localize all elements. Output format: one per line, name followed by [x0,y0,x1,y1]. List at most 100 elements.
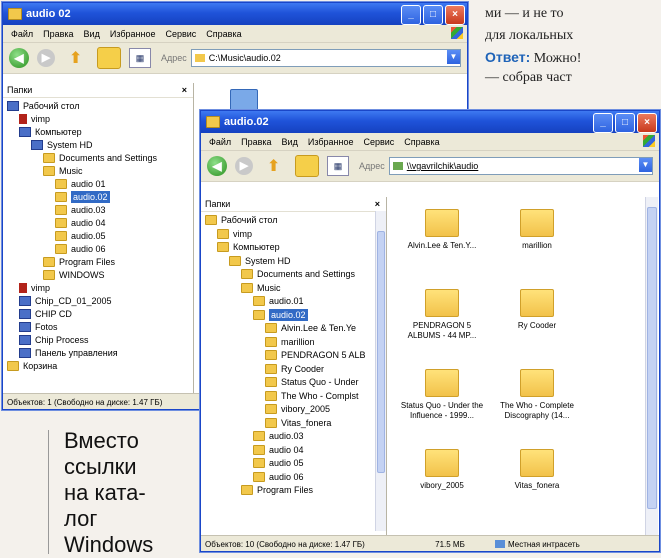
menu-edit[interactable]: Правка [241,137,271,147]
folder-icon[interactable] [425,209,459,237]
tree-item[interactable]: vibory_2005 [265,403,330,415]
tree-item[interactable]: Documents and Settings [241,268,355,280]
folder-icon[interactable] [520,209,554,237]
tree-item[interactable]: System HD [31,139,93,151]
menu-favorites[interactable]: Избранное [308,137,354,147]
tree-item[interactable]: marillion [265,336,315,348]
tree-item[interactable]: Fotos [19,321,58,333]
views-button[interactable]: ▦ [327,156,349,176]
minimize-button[interactable]: _ [593,113,613,133]
menu-help[interactable]: Справка [206,29,241,39]
tree-scrollbar[interactable] [375,211,386,531]
close-button[interactable]: × [637,113,657,133]
tree-item[interactable]: audio 05 [253,457,304,469]
menu-bar: Файл Правка Вид Избранное Сервис Справка [3,25,467,43]
tree-item[interactable]: audio.03 [253,430,304,442]
tree-item-label: Корзина [23,361,58,371]
tree-item[interactable]: audio 06 [55,243,106,255]
tree-item-label: WINDOWS [59,270,105,280]
content-area: Alvin.Lee & Ten.Y... marillion PENDRAGON 5… [387,197,645,535]
scrollbar-thumb[interactable] [377,231,385,473]
address-bar[interactable]: \\vgavrilchik\audio ▼ [388,157,653,175]
tree-item[interactable]: audio.01 [253,295,304,307]
minimize-button[interactable]: _ [401,5,421,25]
tree-item[interactable]: Program Files [241,484,313,496]
tree-item[interactable]: Music [43,165,83,177]
tree-item[interactable]: audio.02 [55,191,110,203]
tree-item[interactable]: Vitas_fonera [265,417,331,429]
menu-tools[interactable]: Сервис [363,137,394,147]
back-button[interactable]: ◀ [207,156,227,176]
menu-file[interactable]: Файл [209,137,231,147]
folder-icon[interactable] [520,449,554,477]
folder-icon[interactable] [520,289,554,317]
scrollbar-thumb[interactable] [647,207,657,509]
menu-view[interactable]: Вид [282,137,298,147]
menu-help[interactable]: Справка [404,137,439,147]
folders-button[interactable] [295,155,319,177]
tree-item[interactable]: Status Quo - Under [265,376,359,388]
forward-button[interactable]: ▶ [235,157,253,175]
tree-item[interactable]: audio.05 [55,230,106,242]
close-icon[interactable]: × [182,85,187,95]
views-button[interactable]: ▦ [129,48,151,68]
tree-item[interactable]: Program Files [43,256,115,268]
folder-icon[interactable] [425,289,459,317]
content-scrollbar[interactable] [645,197,658,535]
chevron-down-icon[interactable]: ▼ [639,158,652,172]
tree-item-label: audio 05 [269,458,304,468]
tree-item[interactable]: audio.02 [253,308,308,321]
folder-icon [55,218,67,228]
up-folder-button[interactable]: ⬆ [69,49,85,67]
maximize-button[interactable]: □ [615,113,635,133]
menu-edit[interactable]: Правка [43,29,73,39]
folders-button[interactable] [97,47,121,69]
forward-button[interactable]: ▶ [37,49,55,67]
menu-tools[interactable]: Сервис [165,29,196,39]
tree-item[interactable]: audio 04 [55,217,106,229]
tree-item[interactable]: Компьютер [217,241,280,253]
menu-file[interactable]: Файл [11,29,33,39]
title-bar[interactable]: audio.02 _ □ × [201,111,659,133]
tree-item[interactable]: Chip_CD_01_2005 [19,295,112,307]
tree-item[interactable]: Ry Cooder [265,363,324,375]
folder-icon[interactable] [520,369,554,397]
tree-item[interactable]: audio 06 [253,471,304,483]
recycle-bin-icon [7,361,19,371]
tree-item[interactable]: vimp [217,228,252,240]
folder-icon[interactable] [425,369,459,397]
up-folder-button[interactable]: ⬆ [267,157,283,175]
tree-item-label: audio.03 [269,431,304,441]
tree-item[interactable]: audio 04 [253,444,304,456]
tree-item[interactable]: Рабочий стол [7,100,80,112]
tree-item-label: Fotos [35,322,58,332]
menu-view[interactable]: Вид [84,29,100,39]
tree-item[interactable]: Music [241,282,281,294]
tree-item[interactable]: System HD [229,255,291,267]
title-bar[interactable]: audio 02 _ □ × [3,3,467,25]
tree-item[interactable]: Alvin.Lee & Ten.Ye [265,322,356,334]
tree-item[interactable]: WINDOWS [43,269,105,281]
tree-item[interactable]: The Who - Complst [265,390,359,402]
tree-item[interactable]: PENDRAGON 5 ALB [265,349,366,361]
chevron-down-icon[interactable]: ▼ [447,50,460,64]
tree-item[interactable]: CHIP CD [19,308,72,320]
tree-item[interactable]: vimp [19,282,50,294]
tree-item[interactable]: Рабочий стол [205,214,278,226]
tree-item[interactable]: Компьютер [19,126,82,138]
tree-item[interactable]: Chip Process [19,334,89,346]
tree-item[interactable]: vimp [19,113,50,125]
tree-item[interactable]: Корзина [7,360,57,372]
tree-item[interactable]: audio 01 [55,178,106,190]
tree-item[interactable]: audio.03 [55,204,106,216]
close-icon[interactable]: × [375,199,380,209]
folder-icon[interactable] [425,449,459,477]
maximize-button[interactable]: □ [423,5,443,25]
tree-item[interactable]: Панель управления [19,347,118,359]
address-bar[interactable]: C:\Music\audio.02 ▼ [190,49,461,67]
close-button[interactable]: × [445,5,465,25]
folder-icon [55,179,67,189]
back-button[interactable]: ◀ [9,48,29,68]
menu-favorites[interactable]: Избранное [110,29,156,39]
tree-item[interactable]: Documents and Settings [43,152,157,164]
